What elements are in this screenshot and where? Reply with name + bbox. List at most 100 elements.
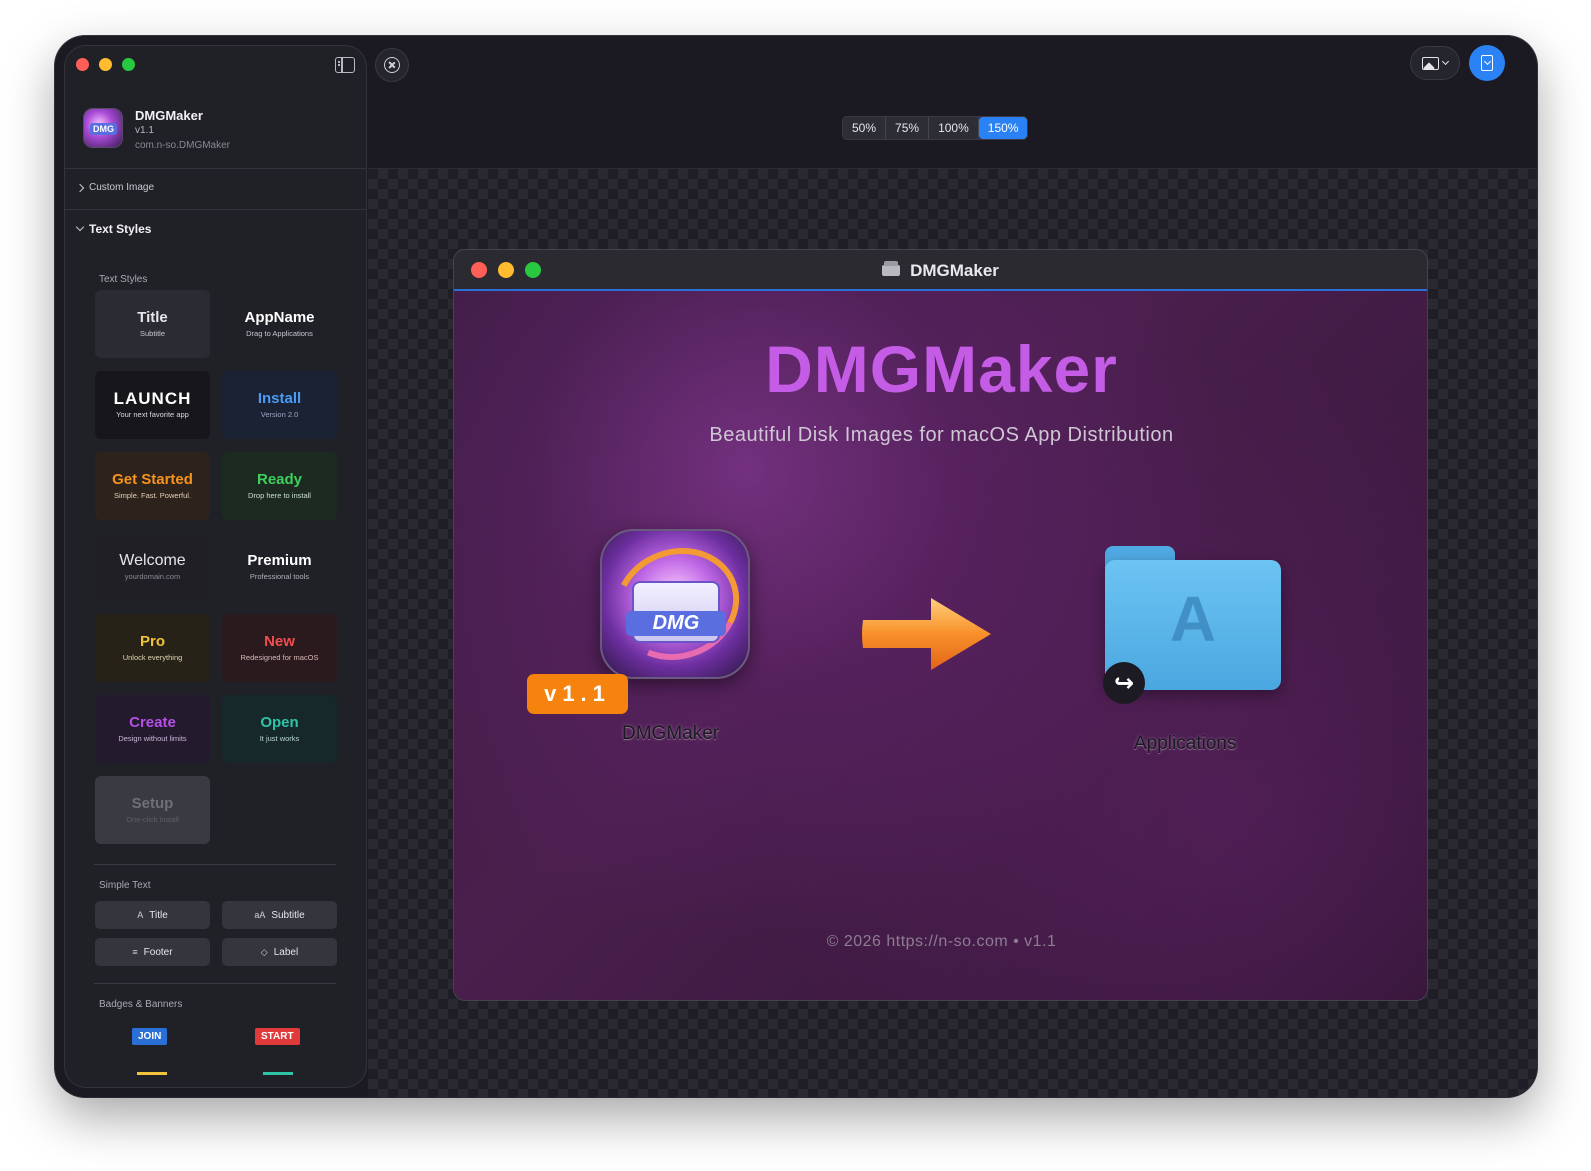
style-preset-launch[interactable]: LAUNCH Your next favorite app — [95, 371, 210, 439]
simple-text-group-label: Simple Text — [99, 880, 151, 891]
style-preset-subtitle: Simple. Fast. Powerful. — [113, 491, 192, 500]
divider — [65, 209, 366, 210]
chevron-down-icon — [1441, 57, 1450, 66]
app-icon-large[interactable]: DMG — [600, 529, 750, 679]
minimize-window-button[interactable] — [99, 58, 112, 71]
style-preset-title[interactable]: Title Subtitle — [95, 290, 210, 358]
zoom-50[interactable]: 50% — [843, 117, 887, 139]
applications-folder-icon[interactable]: A ↪ — [1103, 546, 1281, 704]
app-bundle-id: com.n-so.DMGMaker — [135, 140, 231, 151]
app-info: DMGMaker v1.1 com.n-so.DMGMaker — [83, 108, 230, 158]
style-preset-title: Ready — [256, 471, 303, 488]
section-text-styles[interactable]: Text Styles — [75, 222, 152, 236]
style-preset-new[interactable]: New Redesigned for macOS — [222, 614, 337, 682]
style-preset-title: Install — [257, 390, 302, 407]
dmg-preview-window[interactable]: DMGMaker DMGMaker Beautiful Disk Images … — [453, 249, 1428, 1001]
style-preset-welcome[interactable]: Welcome yourdomain.com — [95, 533, 210, 601]
app-icon-caption: DMGMaker — [622, 723, 720, 744]
icon-dmg-label: DMG — [626, 611, 726, 636]
style-preset-title: LAUNCH — [113, 389, 192, 408]
simple-footer-label: Footer — [143, 946, 173, 958]
simple-label-button[interactable]: ◇ Label — [222, 938, 337, 966]
simple-subtitle-button[interactable]: aA Subtitle — [222, 901, 337, 929]
style-preset-title: Create — [129, 714, 176, 731]
section-custom-image[interactable]: Custom Image — [75, 182, 155, 193]
close-preview-button[interactable] — [375, 48, 409, 82]
document-download-icon — [1481, 55, 1493, 71]
chevron-down-icon — [75, 222, 85, 232]
simple-title-button[interactable]: A Title — [95, 901, 210, 929]
preview-titlebar: DMGMaker — [454, 250, 1427, 290]
zoom-segmented-control: 50% 75% 100% 150% — [842, 116, 1029, 140]
dmg-background[interactable]: DMGMaker Beautiful Disk Images for macOS… — [454, 289, 1427, 1000]
style-preset-title: Pro — [139, 633, 165, 650]
preview-tagline[interactable]: Beautiful Disk Images for macOS App Dist… — [454, 424, 1427, 447]
text-styles-group-label: Text Styles — [99, 274, 148, 285]
zoom-window-button[interactable] — [122, 58, 135, 71]
style-preset-create[interactable]: Create Design without limits — [95, 695, 210, 763]
preview-footer[interactable]: © 2026 https://n-so.com • v1.1 — [454, 933, 1427, 951]
window-controls — [76, 58, 135, 71]
app-version: v1.1 — [135, 125, 154, 136]
title-text-icon: A — [137, 910, 144, 920]
section-custom-image-label: Custom Image — [89, 182, 155, 193]
divider — [94, 864, 336, 865]
version-tag[interactable]: v1.1 — [527, 674, 628, 714]
simple-footer-button[interactable]: ≡ Footer — [95, 938, 210, 966]
badge-peek — [137, 1072, 167, 1075]
zoom-75[interactable]: 75% — [886, 117, 930, 139]
style-preset-subtitle: Version 2.0 — [260, 410, 299, 419]
style-preset-subtitle: Drop here to install — [248, 491, 311, 500]
style-preset-title: Title — [137, 309, 168, 326]
badge-start[interactable]: START — [255, 1028, 300, 1045]
section-text-styles-label: Text Styles — [89, 222, 152, 236]
style-preset-subtitle: It just works — [259, 734, 300, 743]
preview-window-title-text: DMGMaker — [910, 261, 999, 280]
style-preset-ready[interactable]: Ready Drop here to install — [222, 452, 337, 520]
style-preset-subtitle: Professional tools — [249, 572, 310, 581]
close-window-button[interactable] — [76, 58, 89, 71]
style-preset-premium[interactable]: Premium Professional tools — [222, 533, 337, 601]
preview-headline[interactable]: DMGMaker — [454, 331, 1427, 407]
style-preset-pro[interactable]: Pro Unlock everything — [95, 614, 210, 682]
image-menu-button[interactable] — [1410, 46, 1460, 80]
applications-caption: Applications — [1134, 733, 1237, 754]
app-store-glyph-icon: A — [1169, 583, 1217, 655]
disk-icon — [882, 261, 901, 276]
style-preset-subtitle: Drag to Applications — [246, 329, 313, 338]
style-preset-title: Get Started — [112, 471, 193, 488]
style-preset-open[interactable]: Open It just works — [222, 695, 337, 763]
app-icon — [83, 108, 123, 148]
style-preset-title: Open — [260, 714, 299, 731]
style-preset-subtitle: Unlock everything — [122, 653, 183, 662]
sidebar-toggle-icon[interactable] — [335, 57, 355, 73]
chevron-right-icon — [75, 183, 85, 192]
tag-icon: ◇ — [260, 946, 268, 957]
export-button[interactable] — [1469, 45, 1505, 81]
style-preset-subtitle: Your next favorite app — [116, 410, 189, 419]
simple-subtitle-label: Subtitle — [271, 909, 305, 921]
divider — [65, 168, 366, 169]
simple-title-label: Title — [149, 909, 168, 921]
zoom-150[interactable]: 150% — [978, 117, 1028, 139]
style-preset-title: Welcome — [119, 552, 186, 569]
style-preset-setup[interactable]: Setup One-click install — [95, 776, 210, 844]
badge-join[interactable]: JOIN — [132, 1028, 168, 1045]
close-circle-icon — [384, 57, 400, 73]
badge-peek — [263, 1072, 293, 1075]
zoom-100[interactable]: 100% — [929, 117, 979, 139]
style-preset-appname[interactable]: AppName Drag to Applications — [222, 290, 337, 358]
style-preset-title: New — [264, 633, 295, 650]
arrow-right-icon — [862, 598, 991, 670]
style-preset-subtitle: One-click install — [126, 815, 179, 824]
style-preset-title: AppName — [244, 309, 315, 326]
preview-canvas: DMGMaker DMGMaker Beautiful Disk Images … — [368, 168, 1537, 1097]
style-preset-subtitle: Design without limits — [118, 734, 187, 743]
style-preset-get-started[interactable]: Get Started Simple. Fast. Powerful. — [95, 452, 210, 520]
preview-window-title: DMGMaker — [454, 261, 1427, 281]
photo-icon — [1422, 56, 1439, 70]
style-preset-install[interactable]: Install Version 2.0 — [222, 371, 337, 439]
subtitle-text-icon: aA — [254, 910, 266, 920]
alias-arrow-icon: ↪ — [1103, 662, 1145, 704]
divider — [94, 983, 336, 984]
